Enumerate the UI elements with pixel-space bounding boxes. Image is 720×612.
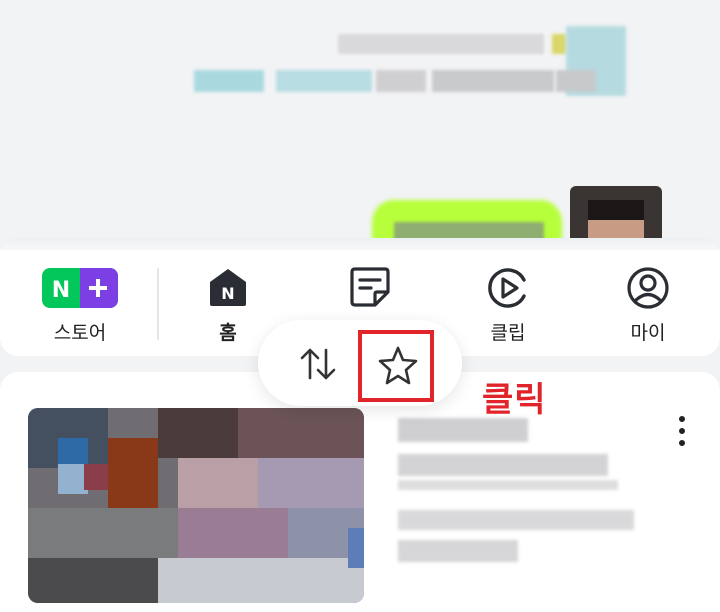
svg-text:N: N (221, 284, 234, 303)
note-icon (350, 267, 390, 307)
thumbnail-image[interactable] (28, 408, 364, 603)
home-n-icon: N (210, 269, 246, 306)
nav-item-clip[interactable]: 클립 (448, 266, 568, 344)
sort-button[interactable] (296, 344, 342, 384)
naver-plus-store-icon: N (42, 268, 118, 308)
click-annotation-box (358, 330, 434, 402)
nav-item-my[interactable]: 마이 (588, 266, 708, 344)
nav-item-store[interactable]: N 스토어 (20, 266, 140, 344)
clip-play-icon (488, 268, 526, 308)
nav-item-store-label: 스토어 (53, 322, 107, 344)
nav-item-note[interactable] (310, 266, 430, 308)
svg-text:N: N (52, 278, 70, 303)
click-annotation-label: 클릭 (482, 380, 547, 420)
nav-item-my-label: 마이 (630, 322, 666, 344)
sort-arrows-icon (300, 348, 336, 380)
profile-icon (627, 267, 669, 309)
nav-item-home[interactable]: N 홈 (168, 266, 288, 344)
nav-item-clip-label: 클립 (490, 322, 526, 344)
more-options-icon[interactable] (672, 416, 692, 452)
nav-divider (157, 268, 159, 340)
